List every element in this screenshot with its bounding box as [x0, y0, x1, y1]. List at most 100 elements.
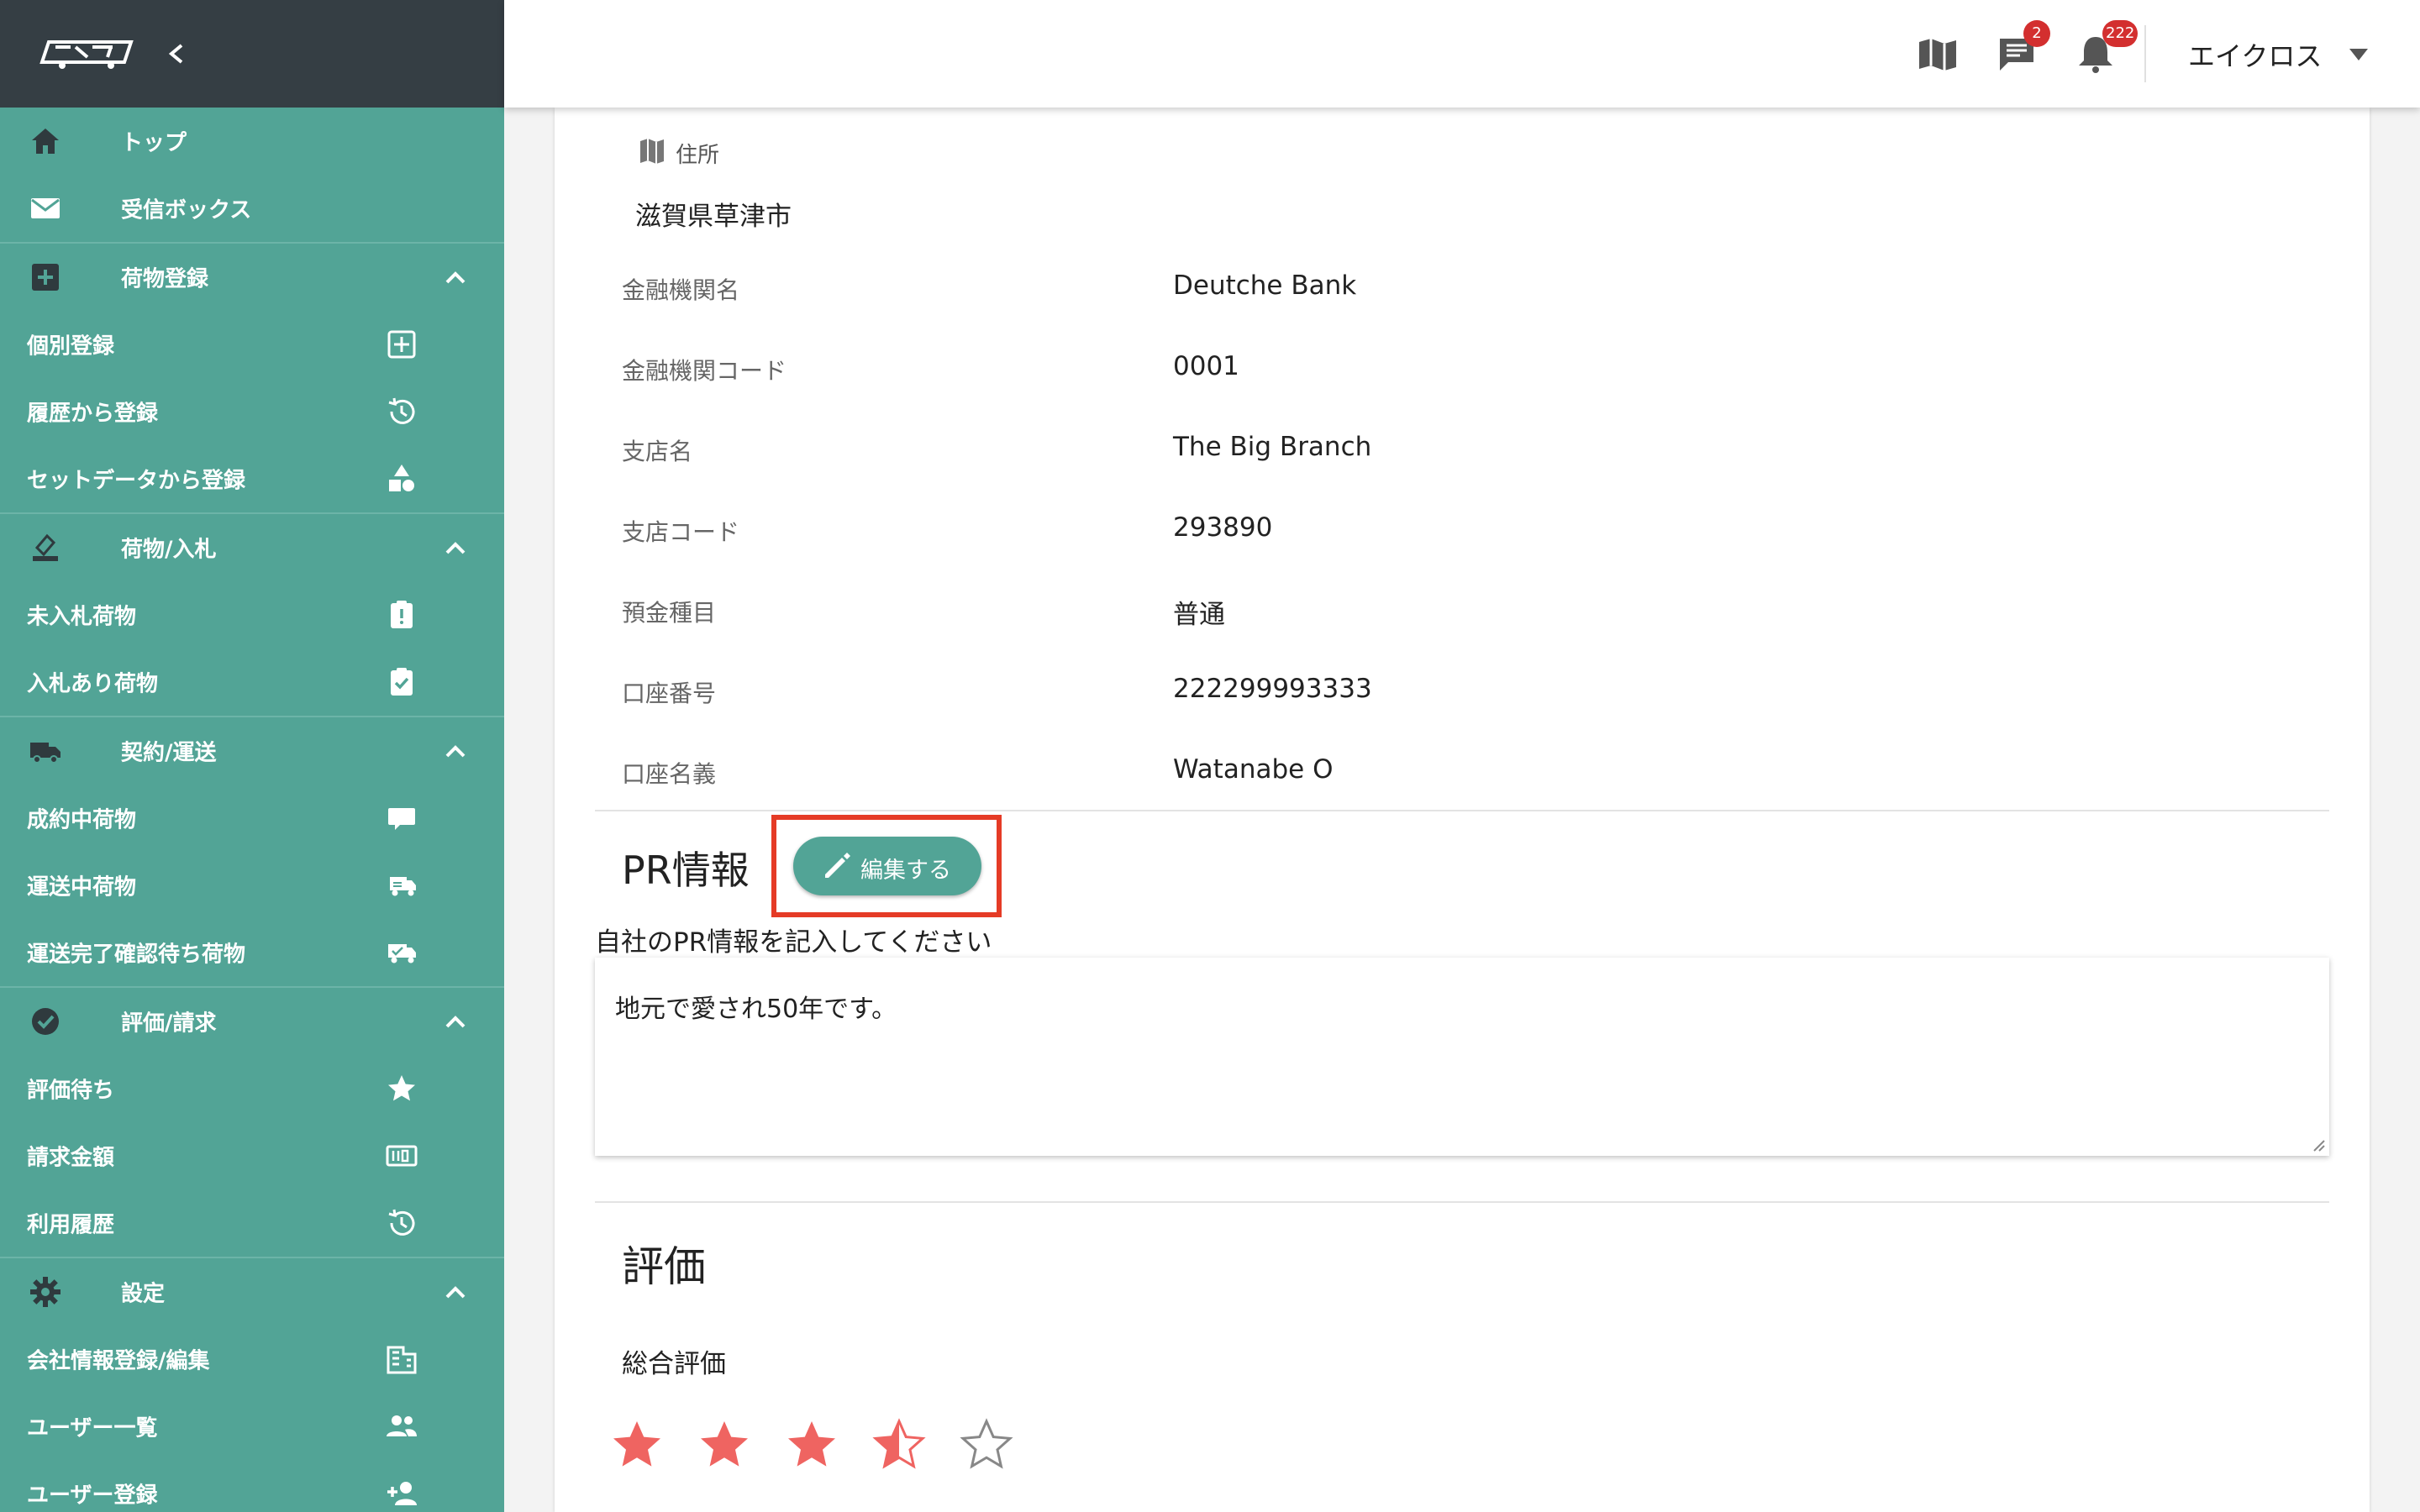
sidebar-item-11[interactable]: 運送中荷物 — [0, 852, 504, 919]
sidebar-item-label: 会社情報登録/編集 — [27, 1348, 210, 1374]
sidebar-item-label: 未入札荷物 — [27, 604, 137, 630]
sidebar-item-label: 荷物/入札 — [121, 537, 217, 563]
sidebar-item-label: 契約/運送 — [121, 740, 217, 766]
star-icon — [385, 1072, 418, 1105]
shapes-icon — [385, 462, 418, 496]
branch-code-value: 293890 — [1173, 512, 1273, 543]
rating-star-icon — [871, 1418, 928, 1475]
user-menu[interactable]: エイクロス — [2188, 35, 2322, 74]
account-holder-label: 口座名義 — [622, 760, 717, 788]
bank-name-label: 金融機関名 — [622, 276, 740, 304]
bid-icon — [29, 531, 62, 564]
sidebar-item-7[interactable]: 未入札荷物 — [0, 581, 504, 648]
section-divider — [595, 1201, 2329, 1203]
sidebar-item-label: ユーザー登録 — [27, 1483, 158, 1509]
clipboard-alert-icon — [385, 598, 418, 632]
sidebar-item-1[interactable]: 受信ボックス — [0, 175, 504, 242]
chevron-up-icon[interactable] — [444, 1014, 467, 1029]
section-divider — [595, 810, 2329, 811]
truck-icon — [29, 734, 62, 768]
message-badge: 2 — [2023, 20, 2050, 47]
sidebar-item-19[interactable]: ユーザー一覧 — [0, 1393, 504, 1460]
sidebar-item-5[interactable]: セットデータから登録 — [0, 445, 504, 512]
top-bar: 2 222 エイクロス — [504, 0, 2420, 108]
sidebar-item-16[interactable]: 利用履歴 — [0, 1189, 504, 1257]
sidebar-item-label: 設定 — [121, 1281, 166, 1307]
history-icon — [385, 1206, 418, 1240]
users-icon — [385, 1410, 418, 1443]
sidebar-item-13[interactable]: 評価/請求 — [0, 988, 504, 1055]
rating-star-icon — [608, 1418, 666, 1475]
sidebar-item-label: セットデータから登録 — [27, 468, 246, 494]
sidebar-item-10[interactable]: 成約中荷物 — [0, 785, 504, 852]
resize-handle-icon[interactable] — [2311, 1137, 2326, 1152]
manual-book-icon[interactable] — [1916, 34, 1960, 74]
gear-icon — [29, 1275, 62, 1309]
sidebar-item-9[interactable]: 契約/運送 — [0, 717, 504, 785]
sidebar-item-label: 入札あり荷物 — [27, 671, 159, 697]
building-icon — [385, 1342, 418, 1376]
sidebar-item-3[interactable]: 個別登録 — [0, 311, 504, 378]
account-number-label: 口座番号 — [622, 680, 717, 707]
sidebar-item-label: 請求金額 — [27, 1145, 115, 1171]
chevron-up-icon[interactable] — [444, 743, 467, 759]
sidebar-item-15[interactable]: 請求金額 — [0, 1122, 504, 1189]
overall-rating-label: 総合評価 — [622, 1349, 726, 1379]
top-bar-divider — [2144, 25, 2146, 82]
sidebar-menu: トップ受信ボックス荷物登録個別登録履歴から登録セットデータから登録荷物/入札未入… — [0, 108, 504, 1512]
edit-button-highlight — [771, 815, 1002, 917]
collapse-sidebar-icon[interactable] — [165, 40, 188, 67]
rating-star-icon — [696, 1418, 753, 1475]
branch-name-value: The Big Branch — [1173, 432, 1372, 462]
notification-badge: 222 — [2102, 20, 2139, 47]
chevron-up-icon[interactable] — [444, 1284, 467, 1299]
branch-code-label: 支店コード — [622, 518, 740, 546]
account-type-label: 預金種目 — [622, 599, 717, 627]
sidebar-item-label: ユーザー一覧 — [27, 1415, 158, 1441]
rating-star-icon — [783, 1418, 840, 1475]
sidebar-item-2[interactable]: 荷物登録 — [0, 244, 504, 311]
sidebar-item-label: 個別登録 — [27, 333, 115, 360]
sidebar-item-4[interactable]: 履歴から登録 — [0, 378, 504, 445]
sidebar-item-20[interactable]: ユーザー登録 — [0, 1460, 504, 1512]
sidebar-item-12[interactable]: 運送完了確認待ち荷物 — [0, 919, 504, 986]
sidebar-item-8[interactable]: 入札あり荷物 — [0, 648, 504, 716]
sidebar-item-14[interactable]: 評価待ち — [0, 1055, 504, 1122]
sidebar-item-17[interactable]: 設定 — [0, 1258, 504, 1326]
sidebar-item-label: 利用履歴 — [27, 1212, 115, 1238]
sidebar-item-18[interactable]: 会社情報登録/編集 — [0, 1326, 504, 1393]
account-number-value: 222299993333 — [1173, 674, 1372, 704]
pr-textarea[interactable]: 地元で愛され50年です。 — [595, 958, 2329, 1156]
truck-check-icon — [385, 936, 418, 969]
sidebar-item-6[interactable]: 荷物/入札 — [0, 514, 504, 581]
counter-icon — [385, 1139, 418, 1173]
sidebar-item-label: 受信ボックス — [121, 197, 252, 223]
branch-name-label: 支店名 — [622, 438, 693, 465]
evaluation-title: 評価 — [622, 1242, 706, 1291]
sidebar-item-label: 履歴から登録 — [27, 401, 159, 427]
truck-small-icon — [385, 801, 418, 835]
map-icon — [637, 136, 667, 166]
rating-star-icon — [958, 1418, 1015, 1475]
sidebar-item-label: 成約中荷物 — [27, 807, 137, 833]
add-square-icon — [385, 328, 418, 361]
mail-icon — [29, 192, 62, 225]
sidebar-header — [0, 0, 504, 108]
address-value: 滋賀県草津市 — [635, 202, 792, 232]
account-type-value: 普通 — [1173, 600, 1225, 630]
chevron-up-icon[interactable] — [444, 540, 467, 555]
pr-hint: 自社のPR情報を記入してください — [595, 927, 992, 958]
bank-code-label: 金融機関コード — [622, 357, 787, 385]
truck-fast-icon — [385, 869, 418, 902]
sidebar-item-0[interactable]: トップ — [0, 108, 504, 175]
caret-down-icon[interactable] — [2349, 49, 2368, 60]
sidebar-item-label: 運送完了確認待ち荷物 — [27, 942, 246, 968]
clipboard-check-icon — [385, 665, 418, 699]
bank-code-value: 0001 — [1173, 351, 1239, 381]
sidebar-item-label: トップ — [121, 130, 187, 156]
add-user-icon — [385, 1477, 418, 1510]
address-label: 住所 — [676, 143, 720, 168]
truck-logo-icon[interactable] — [37, 37, 138, 71]
pr-section-title: PR情報 — [622, 848, 750, 893]
chevron-up-icon[interactable] — [444, 270, 467, 285]
